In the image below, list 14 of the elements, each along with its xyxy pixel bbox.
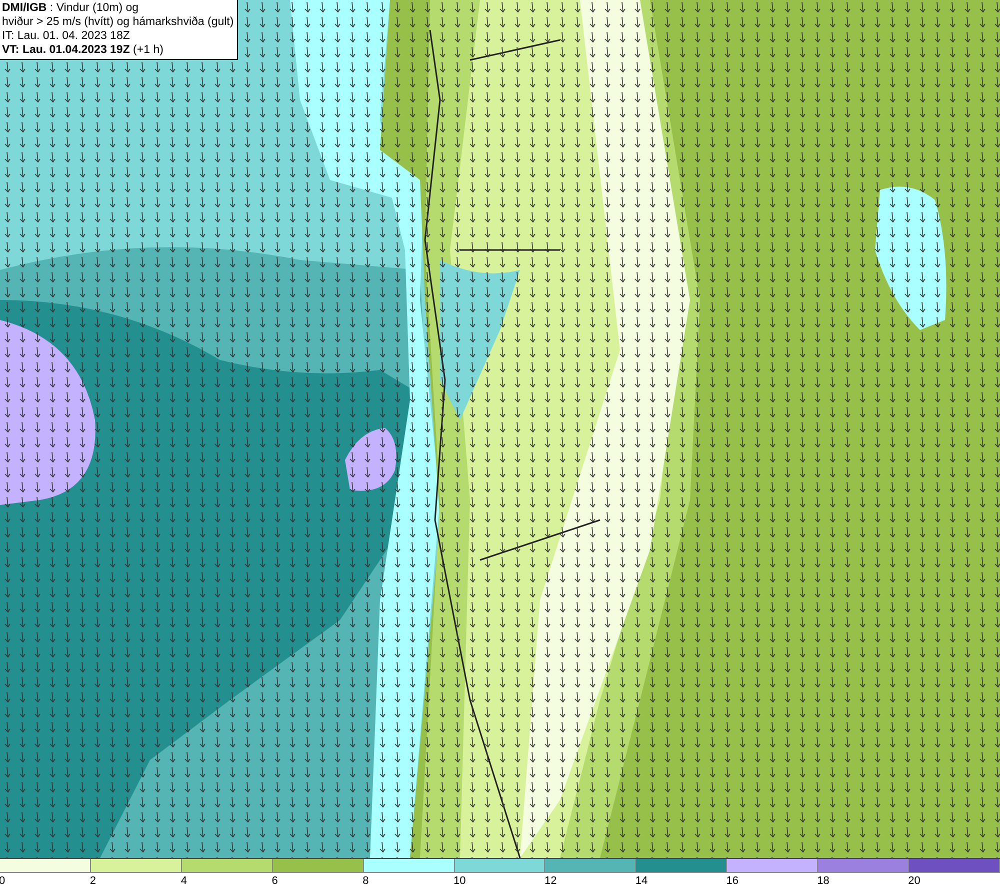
info-line: DMI/IGB : Vindur (10m) og xyxy=(2,1,140,15)
legend-label: 20 xyxy=(908,874,920,887)
legend-label: 12 xyxy=(544,874,557,887)
legend-label: 6 xyxy=(272,874,278,887)
legend-label: 8 xyxy=(362,874,369,887)
legend-label: 4 xyxy=(180,874,187,887)
info-line: VT: Lau. 01.04.2023 19Z (+1 h) xyxy=(2,43,164,57)
info-line: hviður > 25 m/s (hvítt) og hámarkshviða (gult) xyxy=(2,15,234,29)
legend-label: 2 xyxy=(90,874,96,887)
legend-label: 10 xyxy=(454,874,466,887)
legend-label: 18 xyxy=(817,874,830,887)
legend-label: 16 xyxy=(726,874,739,887)
info-line: IT: Lau. 01. 04. 2023 18Z xyxy=(2,29,131,43)
legend-label: 14 xyxy=(635,874,648,887)
